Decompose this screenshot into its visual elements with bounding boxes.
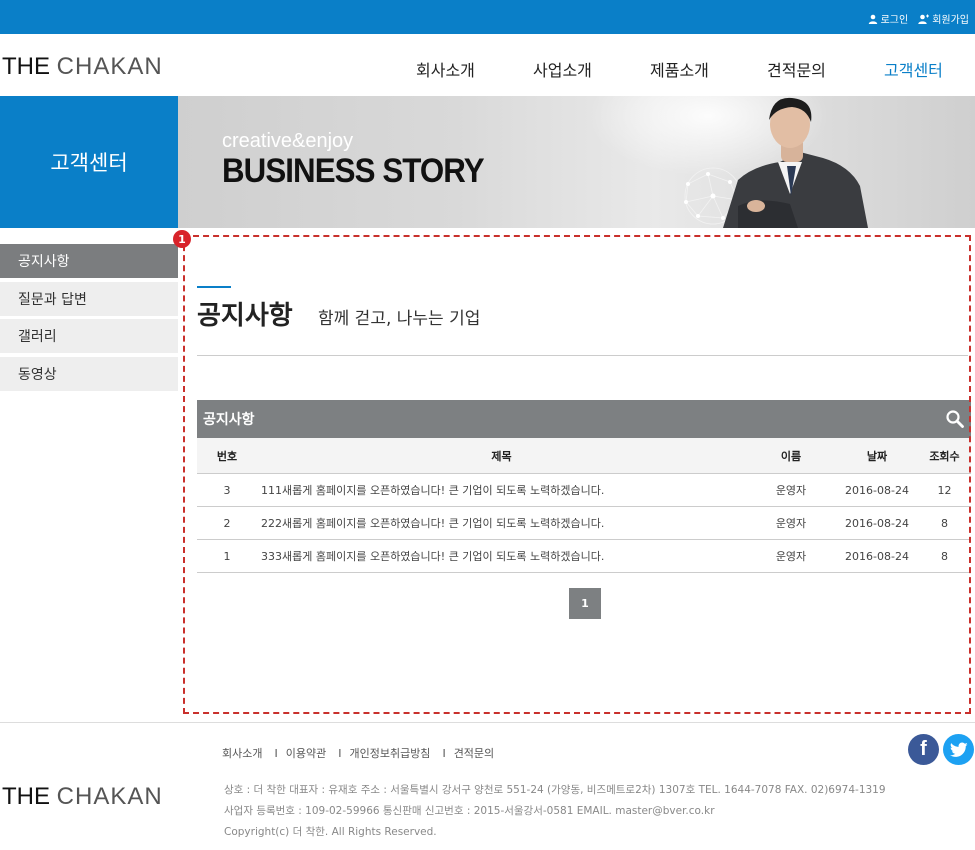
notice-table: 번호 제목 이름 날짜 조회수 3 111새롭게 홈페이지를 오픈하였습니다! … xyxy=(197,438,971,573)
row-date: 2016-08-24 xyxy=(845,549,909,563)
row-date: 2016-08-24 xyxy=(845,516,909,530)
footer-business-info: 사업자 등록번호 : 109-02-59966 통신판매 신고번호 : 2015… xyxy=(224,805,715,817)
footer-separator: I xyxy=(338,747,342,760)
header: THE CHAKAN 회사소개 사업소개 제품소개 견적문의 고객센터 xyxy=(0,34,975,96)
footer-logo-part1: THE xyxy=(2,783,50,810)
search-icon[interactable] xyxy=(945,409,965,429)
user-icon xyxy=(868,14,877,24)
logo-part2: CHAKAN xyxy=(56,53,163,80)
sidebar-item-gallery[interactable]: 갤러리 xyxy=(0,319,178,353)
twitter-icon xyxy=(949,742,968,757)
sidebar-menu: 공지사항 질문과 답변 갤러리 동영상 xyxy=(0,244,178,394)
title-divider xyxy=(197,355,968,356)
footer-link-terms[interactable]: 이용약관 xyxy=(286,747,326,760)
page-subtitle: 함께 걷고, 나누는 기업 xyxy=(318,309,481,329)
col-views: 조회수 xyxy=(929,449,960,463)
row-views: 12 xyxy=(937,483,952,497)
footer-copyright: Copyright(c) 더 착한. All Rights Reserved. xyxy=(224,826,437,838)
footer-separator: I xyxy=(442,747,446,760)
footer-link-privacy[interactable]: 개인정보취급방침 xyxy=(349,747,430,760)
row-name: 운영자 xyxy=(775,484,807,497)
facebook-button[interactable]: f xyxy=(908,734,939,765)
row-date: 2016-08-24 xyxy=(845,483,909,497)
sidebar-item-video[interactable]: 동영상 xyxy=(0,356,178,391)
row-views: 8 xyxy=(941,516,948,530)
top-links: 로그인 회원가입 xyxy=(868,11,969,26)
top-bar: 로그인 회원가입 xyxy=(0,0,975,34)
join-link[interactable]: 회원가입 xyxy=(918,11,969,26)
row-name: 운영자 xyxy=(775,517,807,530)
board-header: 공지사항 xyxy=(197,400,971,438)
join-label: 회원가입 xyxy=(932,15,969,26)
row-title-link[interactable]: 333새롭게 홈페이지를 오픈하였습니다! 큰 기업이 되도록 노력하겠습니다. xyxy=(257,540,746,572)
banner: creative&enjoy BUSINESS STORY xyxy=(178,96,975,228)
row-no: 3 xyxy=(223,483,231,497)
row-no: 2 xyxy=(223,516,231,530)
col-name: 이름 xyxy=(780,449,802,463)
banner-businessman-image xyxy=(588,96,868,228)
footer-link-estimate[interactable]: 견적문의 xyxy=(454,747,494,760)
col-date: 날짜 xyxy=(866,449,888,463)
logo-part1: THE xyxy=(2,53,50,80)
annotation-marker: 1 xyxy=(173,230,191,248)
login-link[interactable]: 로그인 xyxy=(868,11,909,26)
board-title: 공지사항 xyxy=(203,412,255,428)
user-add-icon xyxy=(918,14,930,24)
sidebar-item-notice[interactable]: 공지사항 xyxy=(0,244,178,278)
page-title: 공지사항 xyxy=(197,301,293,331)
title-accent-line xyxy=(197,286,231,288)
row-name: 운영자 xyxy=(775,550,807,563)
nav-company[interactable]: 회사소개 xyxy=(416,57,475,81)
footer-logo[interactable]: THE CHAKAN xyxy=(2,783,163,811)
nav-estimate[interactable]: 견적문의 xyxy=(767,57,826,81)
nav-support[interactable]: 고객센터 xyxy=(884,57,943,81)
table-row[interactable]: 1 333새롭게 홈페이지를 오픈하였습니다! 큰 기업이 되도록 노력하겠습니… xyxy=(197,540,971,573)
row-title-link[interactable]: 111새롭게 홈페이지를 오픈하였습니다! 큰 기업이 되도록 노력하겠습니다. xyxy=(257,474,746,506)
login-label: 로그인 xyxy=(880,15,909,26)
nav-products[interactable]: 제품소개 xyxy=(650,57,709,81)
row-no: 1 xyxy=(223,549,231,563)
nav-business[interactable]: 사업소개 xyxy=(533,57,592,81)
table-row[interactable]: 3 111새롭게 홈페이지를 오픈하였습니다! 큰 기업이 되도록 노력하겠습니… xyxy=(197,474,971,507)
facebook-icon: f xyxy=(920,738,927,760)
col-title: 제목 xyxy=(491,449,512,463)
section-title: 고객센터 xyxy=(0,96,178,228)
footer-logo-part2: CHAKAN xyxy=(56,783,163,810)
footer-links: 회사소개 I 이용약관 I 개인정보취급방침 I 견적문의 xyxy=(222,745,494,761)
footer-link-company[interactable]: 회사소개 xyxy=(222,747,262,760)
sidebar-item-qna[interactable]: 질문과 답변 xyxy=(0,281,178,316)
page-button-1[interactable]: 1 xyxy=(569,588,601,619)
row-views: 8 xyxy=(941,549,948,563)
footer-divider xyxy=(0,722,975,723)
table-header: 번호 제목 이름 날짜 조회수 xyxy=(197,438,971,474)
row-title-link[interactable]: 222새롭게 홈페이지를 오픈하였습니다! 큰 기업이 되도록 노력하겠습니다. xyxy=(257,507,746,539)
logo[interactable]: THE CHAKAN xyxy=(2,53,163,81)
footer-separator: I xyxy=(274,747,278,760)
twitter-button[interactable] xyxy=(943,734,974,765)
footer-company-info: 상호 : 더 착한 대표자 : 유재호 주소 : 서울특별시 강서구 양천로 5… xyxy=(224,784,886,796)
table-row[interactable]: 2 222새롭게 홈페이지를 오픈하였습니다! 큰 기업이 되도록 노력하겠습니… xyxy=(197,507,971,540)
col-no: 번호 xyxy=(216,449,238,463)
